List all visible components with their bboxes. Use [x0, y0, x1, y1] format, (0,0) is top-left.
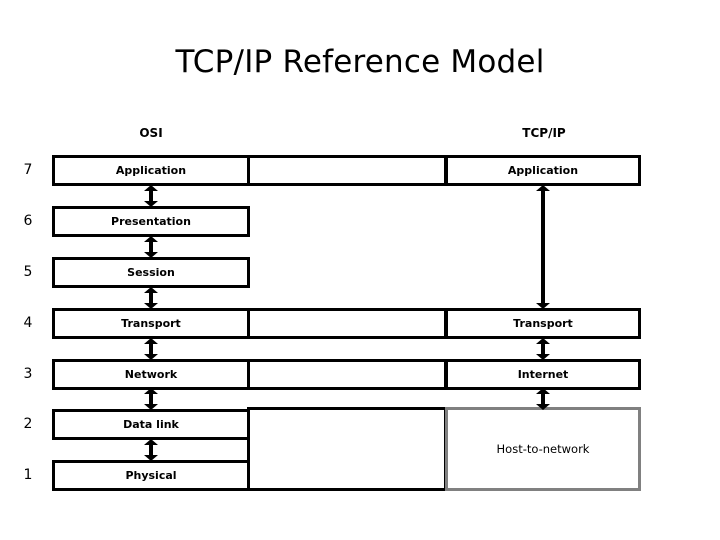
diagram-canvas: TCP/IP Reference Model OSI TCP/IP 7 6 5 …	[0, 0, 720, 540]
arrow-osi-4-3	[144, 338, 158, 360]
arrow-head-down-icon	[536, 404, 550, 410]
arrow-osi-7-6	[144, 185, 158, 207]
osi-layer-application[interactable]: Application	[52, 155, 250, 186]
connector-box-internet	[247, 359, 447, 390]
arrow-head-up-icon	[536, 338, 550, 344]
column-header-osi: OSI	[139, 126, 163, 140]
layer-number-7: 7	[23, 162, 33, 178]
arrow-head-up-icon	[144, 439, 158, 445]
arrow-osi-6-5	[144, 236, 158, 258]
arrow-head-down-icon	[144, 455, 158, 461]
tcpip-layer-transport-label: Transport	[513, 317, 573, 330]
osi-layer-presentation-label: Presentation	[111, 215, 191, 228]
tcpip-layer-application[interactable]: Application	[445, 155, 641, 186]
arrow-head-down-icon	[144, 252, 158, 258]
tcpip-layer-application-label: Application	[507, 164, 579, 177]
arrow-head-up-icon	[536, 388, 550, 394]
layer-number-4: 4	[23, 315, 33, 331]
osi-layer-session-label: Session	[127, 266, 175, 279]
arrow-tcpip-internet-host-to-network	[536, 388, 550, 410]
arrow-head-down-icon	[144, 303, 158, 309]
osi-layer-network-label: Network	[124, 368, 178, 381]
osi-layer-network[interactable]: Network	[52, 359, 250, 390]
connector-box-application	[247, 155, 447, 186]
connector-box-host-to-network	[247, 407, 447, 491]
arrow-head-down-icon	[536, 303, 550, 309]
arrow-shaft	[541, 189, 545, 305]
tcpip-layer-host-to-network[interactable]: Host-to-network	[445, 407, 641, 491]
arrow-osi-3-2	[144, 388, 158, 410]
arrow-head-down-icon	[144, 404, 158, 410]
tcpip-layer-internet-label: Internet	[517, 368, 569, 381]
tcpip-layer-internet[interactable]: Internet	[445, 359, 641, 390]
osi-layer-physical[interactable]: Physical	[52, 460, 250, 491]
arrow-head-up-icon	[144, 185, 158, 191]
arrow-osi-5-4	[144, 287, 158, 309]
tcpip-layer-host-to-network-label: Host-to-network	[496, 442, 590, 456]
connector-box-transport	[247, 308, 447, 339]
arrow-head-down-icon	[144, 201, 158, 207]
arrow-head-up-icon	[144, 236, 158, 242]
osi-layer-session[interactable]: Session	[52, 257, 250, 288]
arrow-osi-2-1	[144, 439, 158, 461]
layer-number-5: 5	[23, 264, 33, 280]
arrow-head-down-icon	[144, 354, 158, 360]
arrow-head-up-icon	[144, 338, 158, 344]
arrow-head-up-icon	[144, 388, 158, 394]
layer-number-6: 6	[23, 213, 33, 229]
osi-layer-transport[interactable]: Transport	[52, 308, 250, 339]
layer-number-3: 3	[23, 366, 33, 382]
osi-layer-presentation[interactable]: Presentation	[52, 206, 250, 237]
arrow-tcpip-transport-internet	[536, 338, 550, 360]
page-title: TCP/IP Reference Model	[175, 44, 545, 80]
column-header-tcpip: TCP/IP	[522, 126, 566, 140]
arrow-tcpip-application-transport	[536, 185, 550, 309]
osi-layer-application-label: Application	[115, 164, 187, 177]
arrow-head-up-icon	[144, 287, 158, 293]
arrow-head-up-icon	[536, 185, 550, 191]
osi-layer-data-link[interactable]: Data link	[52, 409, 250, 440]
layer-number-2: 2	[23, 416, 33, 432]
osi-layer-transport-label: Transport	[121, 317, 181, 330]
osi-layer-data-link-label: Data link	[123, 418, 179, 431]
tcpip-layer-transport[interactable]: Transport	[445, 308, 641, 339]
arrow-head-down-icon	[536, 354, 550, 360]
osi-layer-physical-label: Physical	[125, 469, 177, 482]
layer-number-1: 1	[23, 467, 33, 483]
